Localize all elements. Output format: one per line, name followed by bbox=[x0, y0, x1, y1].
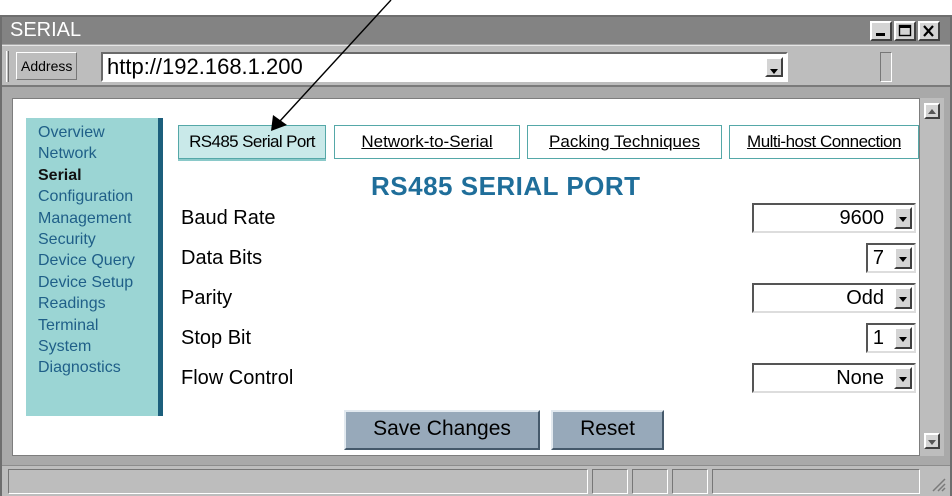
reset-button[interactable]: Reset bbox=[551, 410, 664, 450]
sidebar-item-management[interactable]: Management bbox=[26, 210, 158, 232]
data-bits-dropdown-button[interactable] bbox=[894, 247, 912, 269]
baud-rate-dropdown-button[interactable] bbox=[894, 207, 912, 229]
sidebar-item-overview[interactable]: Overview bbox=[26, 124, 158, 146]
status-text-pane bbox=[8, 469, 588, 494]
browser-window: SERIAL Address http://192.168.1.200 Over… bbox=[0, 15, 952, 496]
close-button[interactable] bbox=[918, 21, 940, 41]
minimize-icon bbox=[876, 33, 885, 36]
tab-label: Multi-host Connection bbox=[747, 132, 901, 151]
status-zone-pane bbox=[712, 469, 920, 494]
parity-value: Odd bbox=[846, 287, 884, 309]
window-title: SERIAL bbox=[10, 19, 82, 41]
parity-label: Parity bbox=[181, 287, 233, 309]
tab-label: Network-to-Serial bbox=[361, 132, 493, 151]
tab-packing-techniques[interactable]: Packing Techniques bbox=[527, 125, 722, 159]
sidebar-item-system[interactable]: System bbox=[26, 338, 158, 360]
tab-label: Packing Techniques bbox=[549, 132, 700, 151]
page-content: Overview Network Serial Configuration Ma… bbox=[12, 98, 920, 456]
tab-multi-host-connection[interactable]: Multi-host Connection bbox=[729, 125, 919, 159]
close-icon bbox=[923, 25, 934, 37]
minimize-button[interactable] bbox=[870, 21, 892, 41]
baud-rate-select[interactable]: 9600 bbox=[752, 203, 916, 233]
sidebar-item-terminal[interactable]: Terminal bbox=[26, 317, 158, 339]
parity-select[interactable]: Odd bbox=[752, 283, 916, 313]
tab-rs485-serial-port[interactable]: RS485 Serial Port bbox=[178, 125, 326, 159]
chevron-down-icon bbox=[899, 257, 907, 262]
flow-control-label: Flow Control bbox=[181, 367, 294, 389]
stop-bit-dropdown-button[interactable] bbox=[894, 327, 912, 349]
tab-network-to-serial[interactable]: Network-to-Serial bbox=[334, 125, 520, 159]
sidebar-item-diagnostics[interactable]: Diagnostics bbox=[26, 360, 158, 381]
sidebar-item-readings[interactable]: Readings bbox=[26, 295, 158, 317]
chevron-down-icon bbox=[899, 377, 907, 382]
maximize-button[interactable] bbox=[894, 21, 916, 41]
flow-control-select[interactable]: None bbox=[752, 363, 916, 393]
stop-bit-label: Stop Bit bbox=[181, 327, 252, 349]
sidebar-item-security[interactable]: Security bbox=[26, 231, 158, 253]
scroll-up-button[interactable] bbox=[924, 103, 940, 119]
vertical-scrollbar[interactable] bbox=[920, 98, 944, 456]
status-pane bbox=[592, 469, 628, 494]
sidebar-item-network[interactable]: Network bbox=[26, 146, 158, 167]
toolbar-grip bbox=[6, 51, 9, 82]
stop-bit-select[interactable]: 1 bbox=[866, 323, 916, 353]
chevron-down-icon bbox=[770, 69, 778, 74]
address-input[interactable]: http://192.168.1.200 bbox=[101, 52, 788, 82]
title-bar: SERIAL bbox=[2, 17, 950, 44]
address-label: Address bbox=[16, 52, 78, 80]
page-title: RS485 SERIAL PORT bbox=[371, 171, 641, 201]
data-bits-label: Data Bits bbox=[181, 247, 263, 269]
flow-control-dropdown-button[interactable] bbox=[894, 367, 912, 389]
address-dropdown-button[interactable] bbox=[765, 57, 783, 77]
data-bits-select[interactable]: 7 bbox=[866, 243, 916, 273]
chevron-down-icon bbox=[899, 337, 907, 342]
save-changes-button[interactable]: Save Changes bbox=[344, 410, 540, 450]
flow-control-value: None bbox=[836, 367, 884, 389]
status-pane bbox=[632, 469, 668, 494]
data-bits-value: 7 bbox=[872, 247, 884, 269]
baud-rate-label: Baud Rate bbox=[181, 207, 276, 229]
stop-bit-value: 1 bbox=[872, 327, 884, 349]
active-tab-underline bbox=[178, 159, 326, 161]
arrow-down-icon bbox=[928, 440, 936, 445]
baud-rate-value: 9600 bbox=[839, 207, 885, 229]
status-pane bbox=[672, 469, 708, 494]
sidebar-item-configuration[interactable]: Configuration bbox=[26, 189, 158, 210]
chevron-down-icon bbox=[899, 217, 907, 222]
sidebar-nav: Overview Network Serial Configuration Ma… bbox=[26, 118, 163, 416]
sidebar-item-device-query[interactable]: Device Query bbox=[26, 253, 158, 274]
parity-dropdown-button[interactable] bbox=[894, 287, 912, 309]
chevron-down-icon bbox=[899, 297, 907, 302]
address-bar: Address http://192.168.1.200 bbox=[2, 45, 950, 87]
scroll-down-button[interactable] bbox=[924, 433, 940, 449]
toolbar-separator bbox=[880, 52, 892, 82]
sidebar-item-serial[interactable]: Serial bbox=[26, 167, 158, 189]
resize-grip-icon[interactable] bbox=[930, 476, 946, 492]
arrow-up-icon bbox=[928, 109, 936, 114]
status-bar bbox=[2, 465, 950, 496]
address-url: http://192.168.1.200 bbox=[107, 54, 303, 79]
maximize-icon bbox=[898, 24, 912, 37]
sidebar-item-device-setup[interactable]: Device Setup bbox=[26, 274, 158, 296]
tab-label: RS485 Serial Port bbox=[189, 132, 315, 151]
